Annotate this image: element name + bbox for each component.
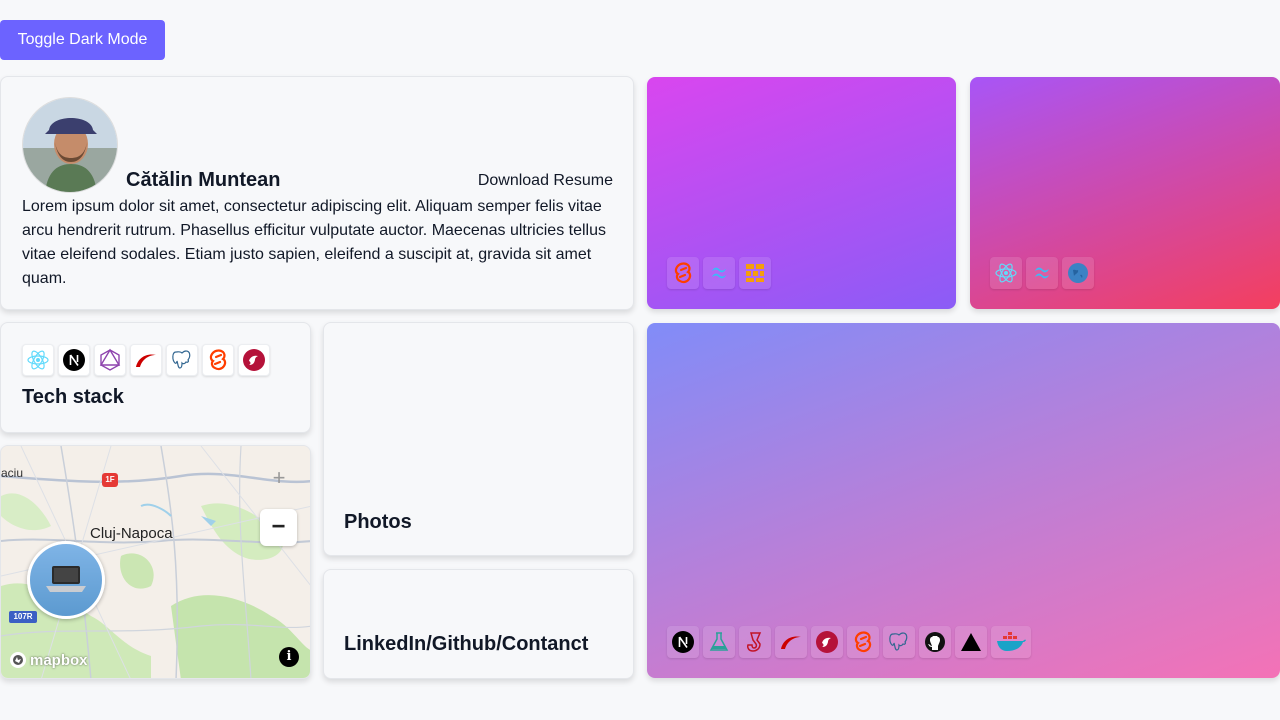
photos-card[interactable]: Photos [323,322,634,556]
profile-card: Cătălin Muntean Download Resume Lorem ip… [0,76,634,310]
mapbox-logo-icon [10,652,26,668]
toggle-dark-mode-button[interactable]: Toggle Dark Mode [0,20,165,60]
avatar [22,97,118,193]
tech-stack-card: Tech stack [0,322,311,433]
svelte-icon [847,626,879,658]
vercel-icon [955,626,987,658]
flask-icon [703,626,735,658]
tech-stack-title: Tech stack [22,386,124,408]
profile-name: Cătălin Muntean [126,169,281,191]
mapbox-logo: mapbox [9,651,88,669]
profile-bio: Lorem ipsum dolor sit amet, consectetur … [22,198,606,287]
react-icon [990,257,1022,289]
map-city-label: Cluj-Napoca [90,525,173,542]
map-place-label: aciu [1,466,24,480]
mapbox-logo-text: mapbox [30,651,88,669]
rails-icon [130,344,162,376]
nextjs-icon [667,626,699,658]
grid-blocks-icon [739,257,771,289]
project-card-2[interactable] [970,77,1280,309]
project-card-1[interactable] [647,77,956,309]
globe-icon [1062,257,1094,289]
project-card-3[interactable] [647,323,1280,678]
postgresql-icon [883,626,915,658]
laptop-icon [46,566,86,592]
nextjs-icon [58,344,90,376]
location-marker[interactable] [27,541,105,619]
svelte-icon [202,344,234,376]
postgresql-icon [166,344,198,376]
react-icon [22,344,54,376]
tailwind-icon [703,257,735,289]
links-card[interactable]: LinkedIn/Github/Contanct [323,569,634,679]
zoom-out-button[interactable]: − [260,509,297,546]
tailwind-icon [1026,257,1058,289]
info-icon[interactable]: i [279,647,299,667]
road-badge: 107R [9,611,37,623]
road-badge: 1F [102,473,118,487]
rails-icon [775,626,807,658]
docker-icon [991,626,1031,658]
links-title: LinkedIn/Github/Contanct [344,633,589,655]
map-card[interactable]: aciu 1F 107R Cluj-Napoca + − mapbox i [0,445,311,679]
nestjs-icon [811,626,843,658]
download-resume-link[interactable]: Download Resume [478,172,613,190]
github-icon [919,626,951,658]
zoom-in-button[interactable]: + [261,462,297,494]
graphql-icon [94,344,126,376]
jest-icon [739,626,771,658]
svelte-icon [667,257,699,289]
nestjs-icon [238,344,270,376]
photos-title: Photos [344,511,412,533]
